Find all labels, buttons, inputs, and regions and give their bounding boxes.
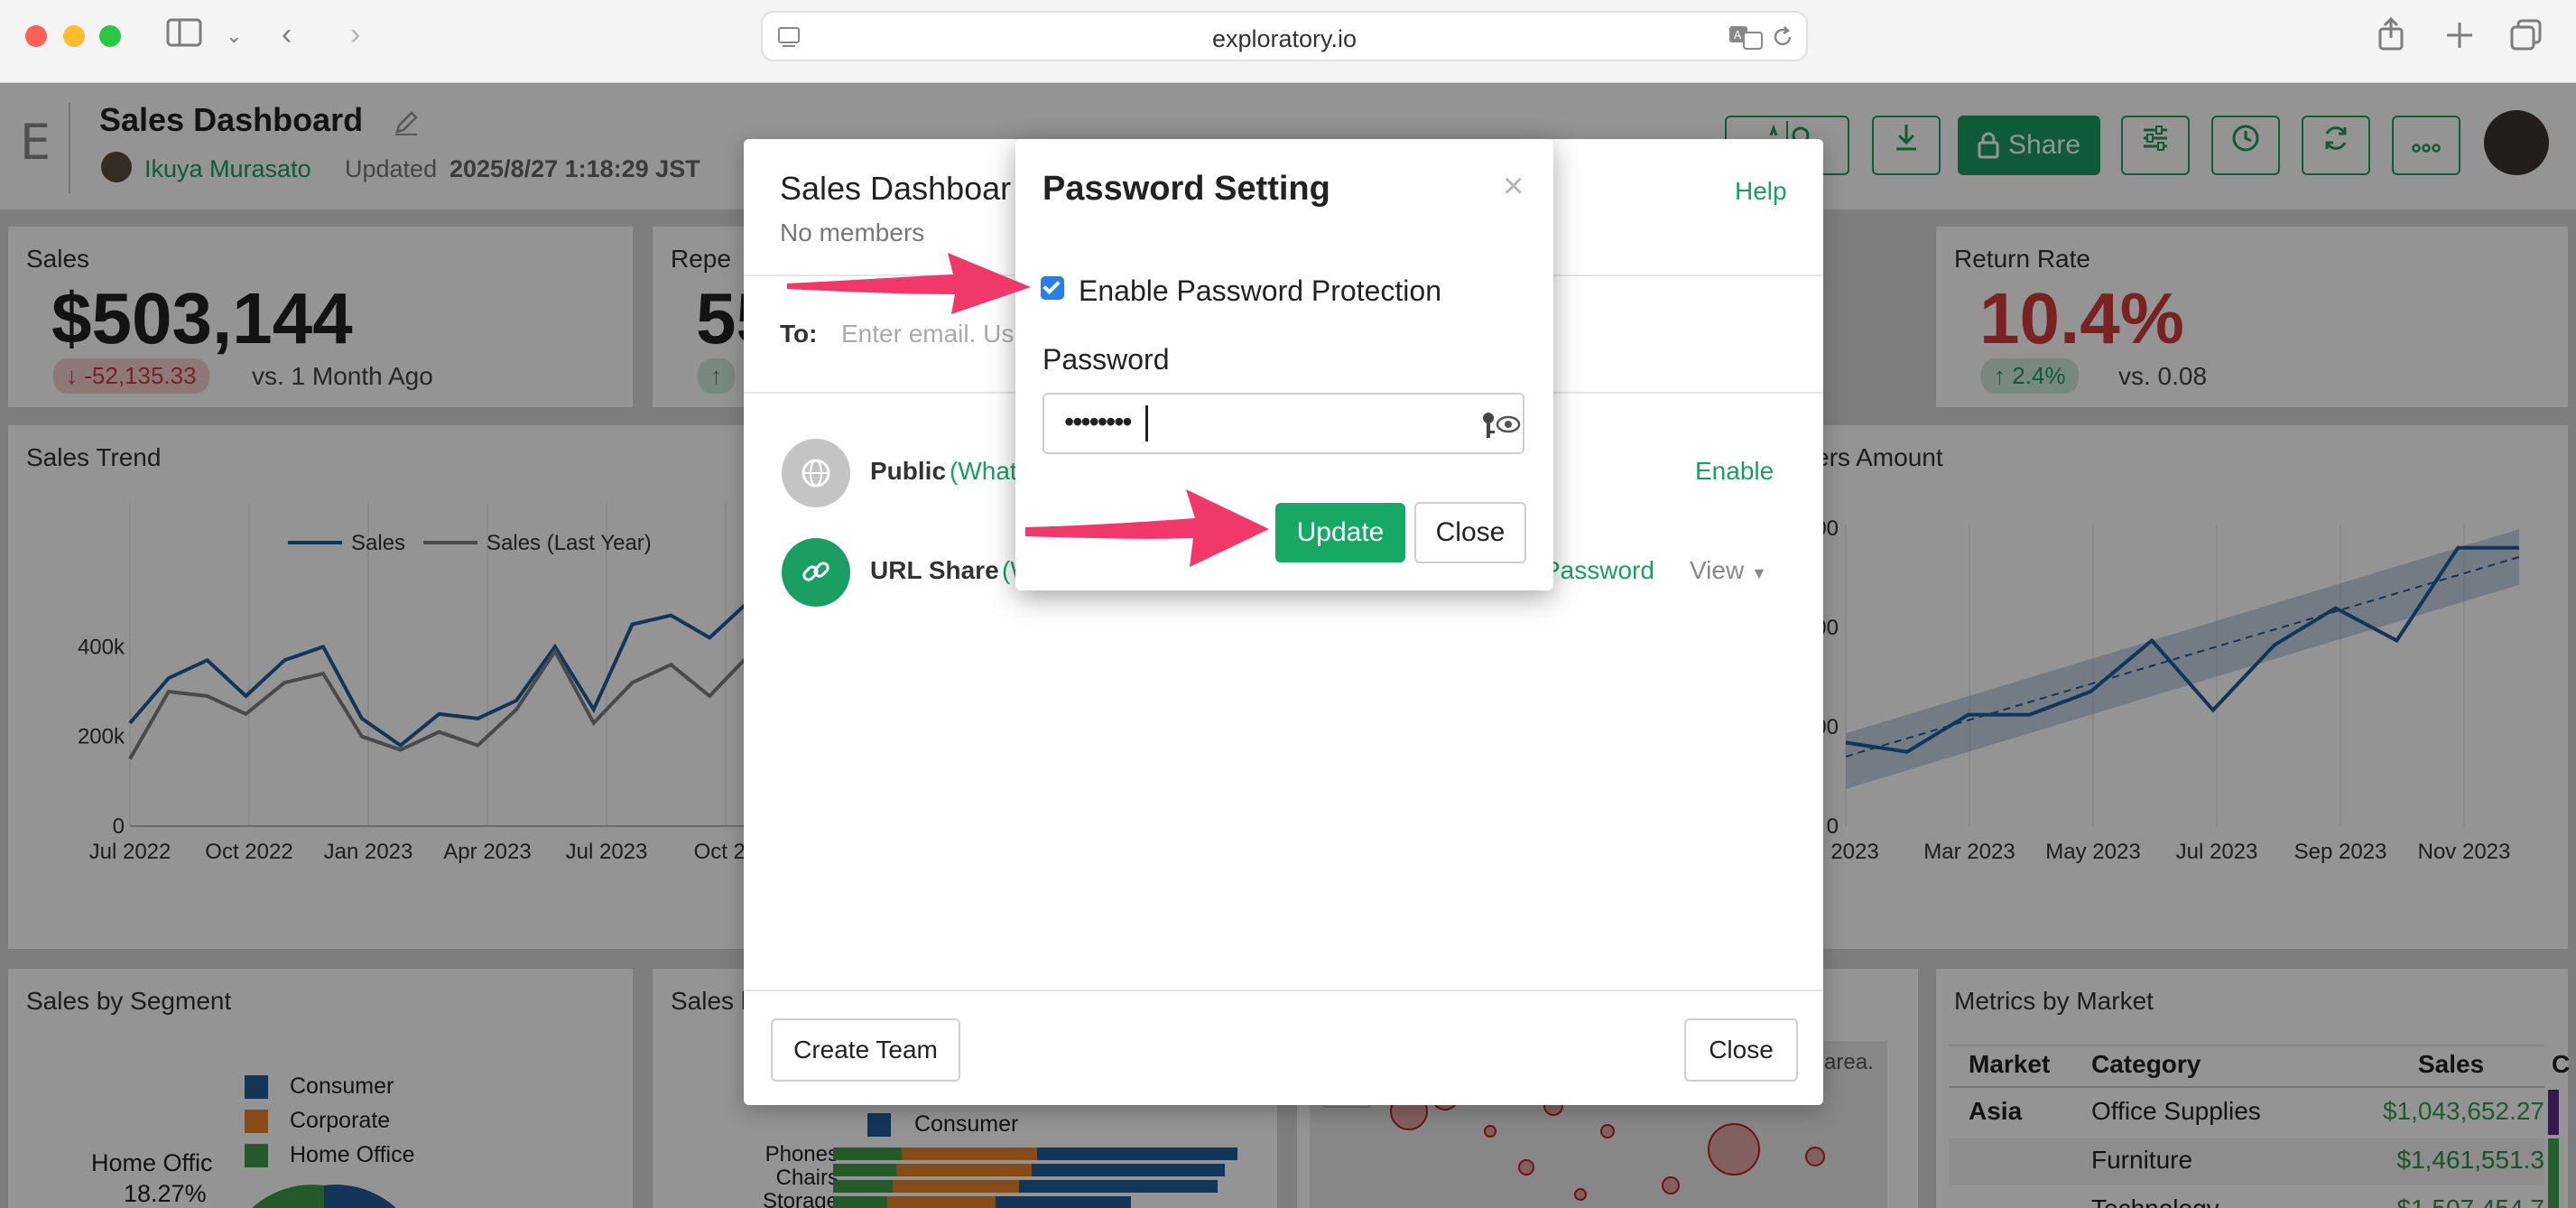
tab-overview-icon[interactable]: [2509, 18, 2544, 52]
forward-icon[interactable]: ›: [350, 16, 360, 52]
reload-icon[interactable]: [1772, 25, 1795, 49]
password-label: Password: [1042, 343, 1170, 376]
translate-icon[interactable]: A: [1728, 23, 1765, 51]
enable-public-link[interactable]: Enable: [1695, 457, 1774, 486]
sidebar-toggle-icon[interactable]: [166, 18, 202, 55]
close-window-button[interactable]: [25, 25, 47, 47]
modal-title: Password Setting: [1042, 170, 1330, 208]
password-link[interactable]: Password: [1543, 556, 1654, 585]
zoom-window-button[interactable]: [99, 25, 121, 47]
globe-icon: [782, 439, 850, 507]
password-manager-icon[interactable]: [1481, 407, 1521, 441]
close-icon[interactable]: ×: [1503, 166, 1524, 207]
browser-toolbar: ⌄ ‹ › exploratory.io A: [0, 0, 2576, 83]
update-button[interactable]: Update: [1275, 503, 1405, 562]
checkbox-label: Enable Password Protection: [1079, 274, 1441, 307]
chevron-down-icon[interactable]: ⌄: [226, 18, 242, 54]
create-team-button[interactable]: Create Team: [771, 1018, 960, 1082]
link-icon: [782, 538, 850, 607]
url-share-label: URL Share: [870, 556, 999, 584]
modal-close-button[interactable]: Close: [1414, 502, 1526, 563]
text-cursor: [1145, 405, 1148, 441]
dialog-close-button[interactable]: Close: [1684, 1018, 1798, 1082]
password-field[interactable]: ••••••••: [1042, 393, 1524, 454]
help-link[interactable]: Help: [1735, 177, 1787, 206]
share-dialog-title: Sales Dashboar: [780, 170, 1012, 207]
password-value: ••••••••: [1064, 405, 1133, 438]
svg-text:A: A: [1734, 29, 1742, 42]
back-icon[interactable]: ‹: [282, 16, 292, 52]
annotation-arrow-icon: [787, 253, 1031, 314]
annotation-arrow-icon: [1025, 489, 1269, 567]
caret-down-icon: ▼: [1750, 564, 1767, 582]
public-label: Public: [870, 457, 947, 485]
url-text: exploratory.io: [1211, 25, 1357, 52]
new-tab-icon[interactable]: [2444, 20, 2475, 51]
divider: [744, 990, 1823, 991]
minimize-window-button[interactable]: [63, 25, 85, 47]
public-info-link[interactable]: (What: [950, 457, 1017, 486]
share-browser-icon[interactable]: [2376, 16, 2406, 52]
view-dropdown[interactable]: View ▼: [1690, 556, 1767, 585]
view-dropdown-label: View: [1690, 556, 1745, 584]
address-bar[interactable]: exploratory.io A: [761, 11, 1808, 61]
